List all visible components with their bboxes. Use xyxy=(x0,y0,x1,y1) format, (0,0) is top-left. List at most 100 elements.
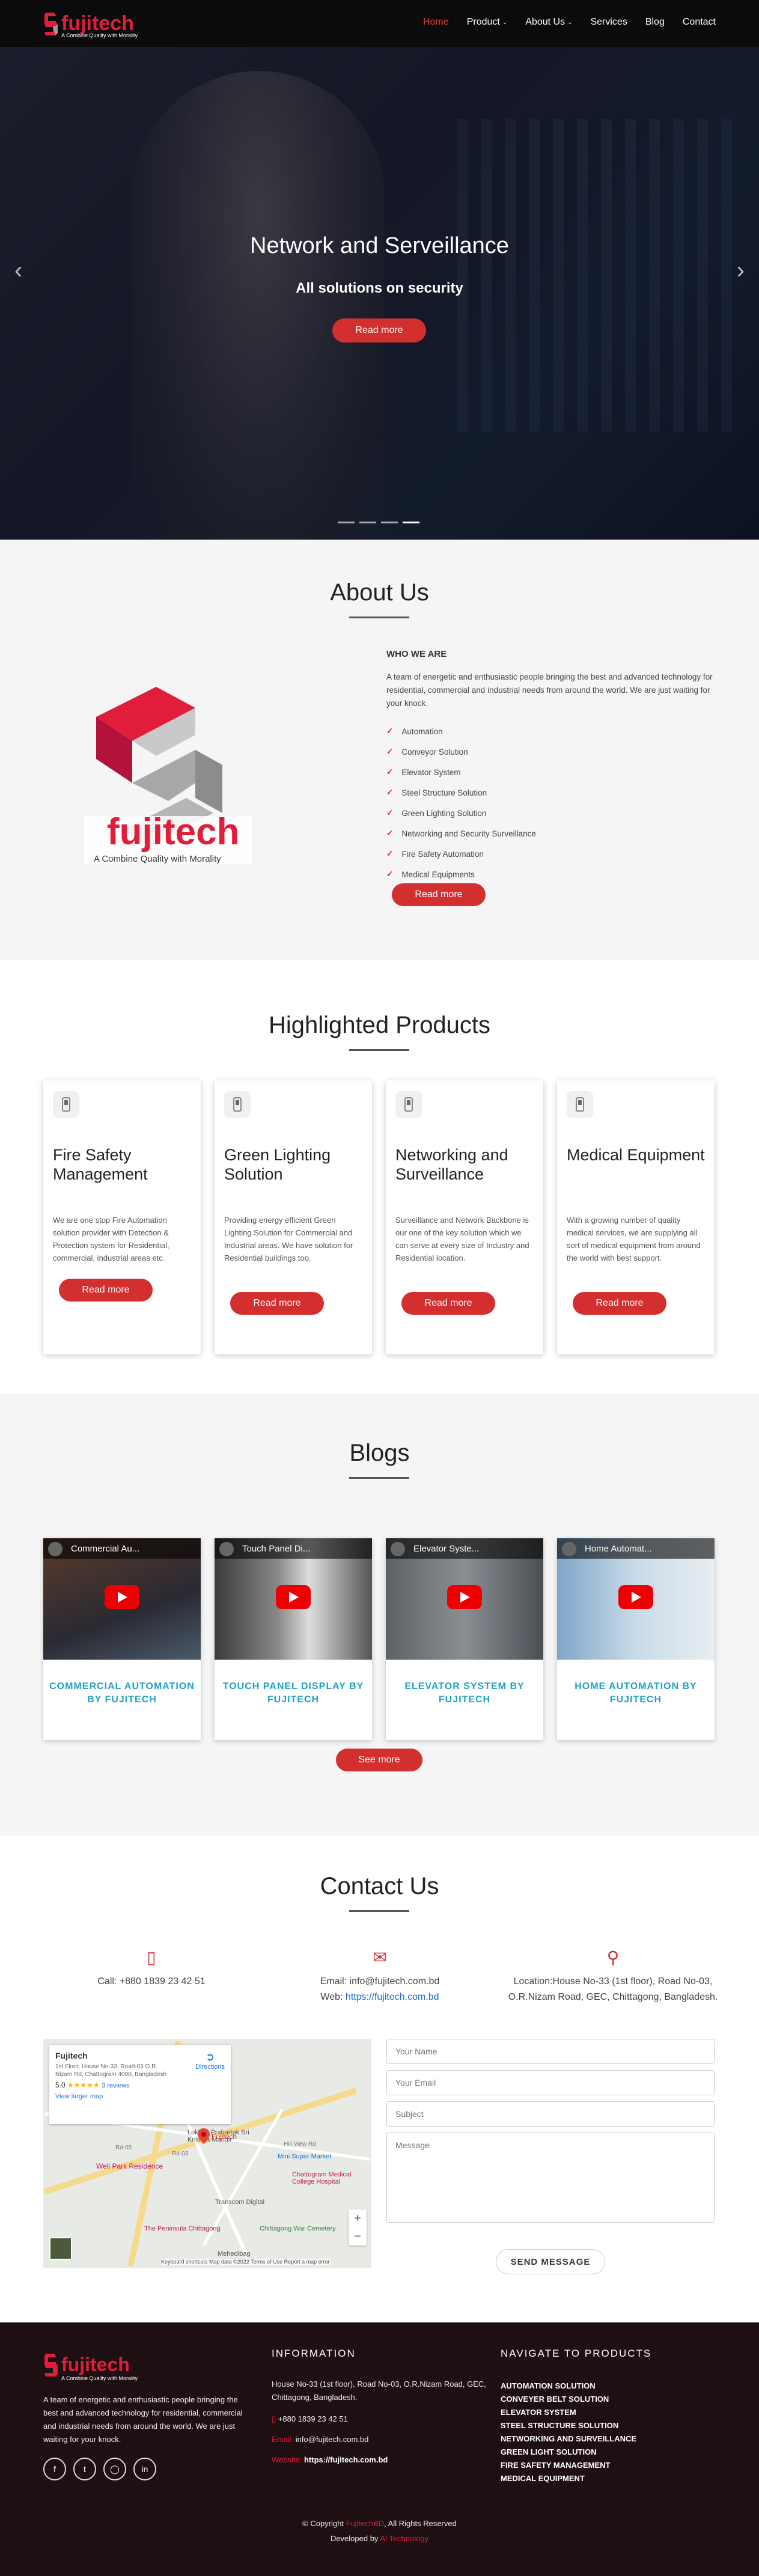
chevron-down-icon: ⌄ xyxy=(567,19,573,26)
slide-dot-active[interactable] xyxy=(403,522,419,523)
slide-dot[interactable] xyxy=(359,522,376,523)
map-reviews-link[interactable]: 3 reviews xyxy=(102,2082,129,2089)
nav-product[interactable]: Product ⌄ xyxy=(467,17,508,28)
footer-nav-link[interactable]: MEDICAL EQUIPMENT xyxy=(501,2472,636,2485)
map-address: 1st Floor, House No-33, Road-03 O.R. Niz… xyxy=(55,2063,167,2078)
blog-card: Elevator Syste... ELEVATOR SYSTEM BY FUJ… xyxy=(386,1538,543,1740)
product-read-more-button[interactable]: Read more xyxy=(59,1279,153,1302)
footer-product-links: AUTOMATION SOLUTION CONVEYER BELT SOLUTI… xyxy=(501,2380,636,2485)
footer-nav-link[interactable]: NETWORKING AND SURVEILLANCE xyxy=(501,2432,636,2446)
hero-slider: ‹ › Network and Serveillance All solutio… xyxy=(0,47,759,540)
message-textarea[interactable] xyxy=(386,2133,715,2223)
slide-dot[interactable] xyxy=(381,522,398,523)
product-icon xyxy=(224,1091,251,1118)
facebook-icon[interactable]: f xyxy=(43,2458,66,2480)
blog-title[interactable]: HOME AUTOMATION BY FUJITECH xyxy=(563,1680,709,1707)
send-message-button[interactable]: SEND MESSAGE xyxy=(496,2249,605,2274)
map-directions-button[interactable]: ➲ Directions xyxy=(195,2051,225,2071)
divider xyxy=(349,617,409,618)
product-description: With a growing number of quality medical… xyxy=(567,1216,701,1262)
developer-link[interactable]: Al Technology xyxy=(380,2534,428,2543)
video-thumbnail[interactable]: Elevator Syste... xyxy=(386,1538,543,1660)
footer-website-link[interactable]: https://fujitech.com.bd xyxy=(304,2455,388,2464)
copyright-brand-link[interactable]: FujitechBD xyxy=(346,2519,385,2528)
name-input[interactable] xyxy=(386,2039,715,2064)
video-thumbnail[interactable]: Commercial Au... xyxy=(43,1538,201,1660)
directions-icon: ➲ xyxy=(206,2051,215,2063)
product-icon xyxy=(567,1091,593,1118)
check-icon: ✓ xyxy=(386,808,394,817)
nav-services[interactable]: Services xyxy=(590,17,627,28)
product-read-more-button[interactable]: Read more xyxy=(401,1292,495,1315)
product-card: Medical Equipment With a growing number … xyxy=(557,1080,715,1354)
nav-about[interactable]: About Us ⌄ xyxy=(525,17,572,28)
footer-nav-link[interactable]: CONVEYER BELT SOLUTION xyxy=(501,2393,636,2406)
blog-title[interactable]: TOUCH PANEL DISPLAY BY FUJITECH xyxy=(221,1680,366,1707)
footer-website: Website: https://fujitech.com.bd xyxy=(272,2455,388,2464)
about-title: About Us xyxy=(330,579,429,606)
play-icon[interactable] xyxy=(276,1585,311,1609)
product-title: Medical Equipment xyxy=(567,1146,705,1164)
footer-nav-link[interactable]: GREEN LIGHT SOLUTION xyxy=(501,2446,636,2459)
nav-blog[interactable]: Blog xyxy=(645,17,665,28)
play-icon[interactable] xyxy=(618,1585,653,1609)
play-icon[interactable] xyxy=(105,1585,139,1609)
check-icon: ✓ xyxy=(386,788,394,797)
zoom-in-button[interactable]: + xyxy=(354,2212,361,2226)
about-logo-tagline: A Combine Quality with Morality xyxy=(94,854,221,864)
slide-dot[interactable] xyxy=(338,522,355,523)
linkedin-icon[interactable]: in xyxy=(133,2458,156,2480)
nav-contact[interactable]: Contact xyxy=(683,17,716,28)
blog-title[interactable]: ELEVATOR SYSTEM BY FUJITECH xyxy=(392,1680,537,1707)
footer-nav-link[interactable]: ELEVATOR SYSTEM xyxy=(501,2406,636,2419)
footer-nav-link[interactable]: AUTOMATION SOLUTION xyxy=(501,2380,636,2393)
map-satellite-toggle[interactable] xyxy=(49,2237,72,2260)
footer-logo-tagline: A Combine Quality with Morality xyxy=(61,2375,138,2381)
nav-home[interactable]: Home xyxy=(423,17,449,28)
product-read-more-button[interactable]: Read more xyxy=(573,1292,666,1315)
footer-logo[interactable]: fujitech A Combine Quality with Morality xyxy=(43,2346,138,2383)
map-rating: 5.0 xyxy=(55,2081,66,2089)
footer-nav-link[interactable]: FIRE SAFETY MANAGEMENT xyxy=(501,2459,636,2472)
social-links: f t ◯ in xyxy=(43,2458,156,2480)
product-read-more-button[interactable]: Read more xyxy=(230,1292,324,1315)
map-label: Chattogram Medical College Hospital xyxy=(292,2171,352,2185)
blog-title[interactable]: COMMERCIAL AUTOMATION BY FUJITECH xyxy=(49,1680,195,1707)
map-info-box: Fujitech 1st Floor, House No-33, Road-03… xyxy=(49,2045,231,2124)
video-thumbnail[interactable]: Touch Panel Di... xyxy=(215,1538,372,1660)
map-label: Rd-05 xyxy=(115,2145,132,2151)
product-card: Green Lighting Solution Providing energy… xyxy=(215,1080,372,1354)
footer-about-text: A team of energetic and enthusiastic peo… xyxy=(43,2395,243,2444)
about-section: About Us fujitech A Combine Quality with… xyxy=(0,540,759,960)
product-description: Providing energy efficient Green Lightin… xyxy=(224,1216,353,1262)
contact-location: ⚲ Location:House No-33 (1st floor), Road… xyxy=(499,1949,727,2005)
copyright: © Copyright FujitechBD, All Rights Reser… xyxy=(302,2519,457,2528)
zoom-out-button[interactable]: − xyxy=(354,2230,361,2244)
hero-read-more-button[interactable]: Read more xyxy=(332,318,426,343)
site-header: fujitech A Combine Quality with Morality… xyxy=(0,0,759,47)
about-read-more-button[interactable]: Read more xyxy=(392,883,486,906)
about-description: A team of energetic and enthusiastic peo… xyxy=(386,672,713,708)
hero-subtitle: All solutions on security xyxy=(296,280,463,296)
instagram-icon[interactable]: ◯ xyxy=(103,2458,126,2480)
product-title: Green Lighting Solution xyxy=(224,1146,331,1183)
footer-phone: ▯ +880 1839 23 42 51 xyxy=(272,2414,348,2423)
website-link[interactable]: https://fujitech.com.bd xyxy=(346,1992,439,2002)
footer-nav-link[interactable]: STEEL STRUCTURE SOLUTION xyxy=(501,2419,636,2432)
video-thumbnail[interactable]: Home Automat... xyxy=(557,1538,715,1660)
subject-input[interactable] xyxy=(386,2101,715,2127)
information-heading: INFORMATION xyxy=(272,2348,356,2359)
view-larger-map-link[interactable]: View larger map xyxy=(55,2093,225,2100)
play-icon[interactable] xyxy=(447,1585,482,1609)
video-title: Elevator Syste... xyxy=(386,1538,543,1559)
map-pin-icon[interactable] xyxy=(197,2128,210,2145)
who-we-are-heading: WHO WE ARE xyxy=(386,649,447,659)
site-logo[interactable]: fujitech A Combine Quality with Morality xyxy=(43,6,138,41)
google-map[interactable]: Fujitech 1st Floor, House No-33, Road-03… xyxy=(43,2039,371,2268)
logo-brand: fujitech xyxy=(61,12,134,35)
contact-title: Contact Us xyxy=(320,1873,439,1899)
see-more-button[interactable]: See more xyxy=(336,1749,422,1771)
envelope-icon: ✉ xyxy=(373,1948,387,1967)
email-input[interactable] xyxy=(386,2070,715,2095)
twitter-icon[interactable]: t xyxy=(73,2458,96,2480)
